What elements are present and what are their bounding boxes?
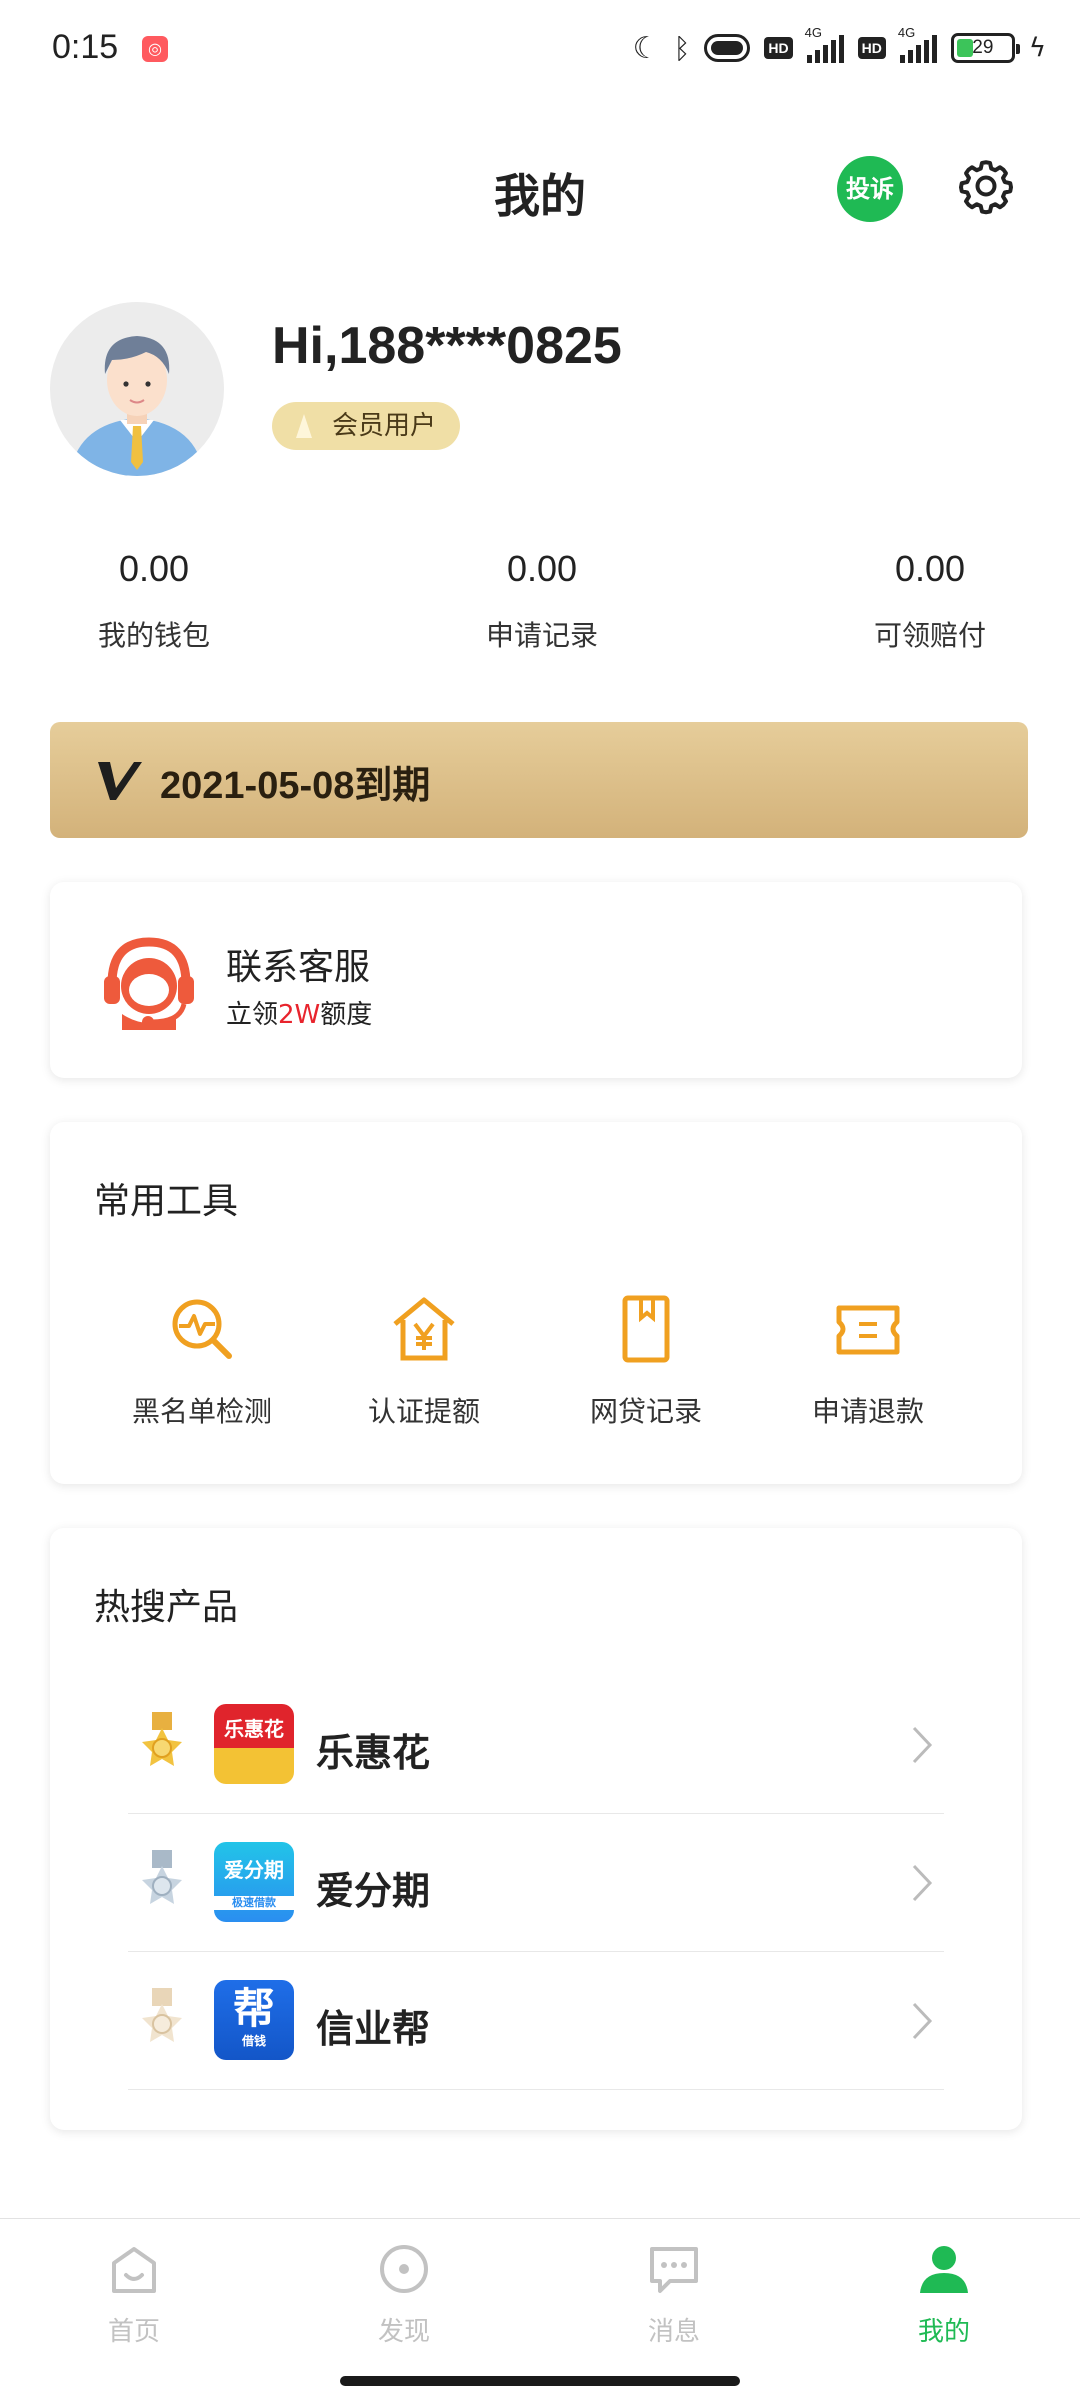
- product-name: 爱分期: [316, 1869, 431, 1913]
- hot-products-heading: 热搜产品: [94, 1587, 239, 1628]
- vip-v-icon: [98, 762, 142, 800]
- product-name: 信业帮: [316, 2007, 431, 2051]
- nav-label: 消息: [647, 2317, 700, 2347]
- stat-value: 0.00: [894, 548, 966, 589]
- product-row[interactable]: 乐惠花 乐惠花: [128, 1676, 944, 1814]
- stat-compensation[interactable]: 0.00 可领赔付: [810, 548, 1050, 654]
- charging-icon: ϟ: [1028, 33, 1046, 63]
- stat-value: 0.00: [506, 548, 578, 589]
- gear-icon: [959, 160, 1013, 215]
- product-logo: 爱分期 极速借款: [214, 1842, 294, 1922]
- status-bar: 0:15 ◎ ☾ ᛒ HD 4G HD 4G 29 ϟ: [0, 0, 1080, 96]
- customer-service-icon: [104, 937, 194, 1030]
- product-row[interactable]: 爱分期 极速借款 爱分期: [128, 1814, 944, 1952]
- product-logo: 乐惠花: [214, 1704, 294, 1784]
- bottom-nav: 首页 发现 消息 我的: [0, 2218, 1080, 2400]
- nav-messages[interactable]: 消息: [574, 2241, 774, 2348]
- tool-refund[interactable]: 申请退款: [768, 1294, 968, 1430]
- battery-icon: 29: [950, 33, 1020, 63]
- house-yen-icon: [393, 1297, 455, 1361]
- customer-service-card[interactable]: 联系客服 立领2W额度: [50, 882, 1022, 1078]
- nav-profile[interactable]: 我的: [844, 2241, 1044, 2348]
- nav-discover[interactable]: 发现: [304, 2241, 504, 2348]
- tool-label: 认证提额: [367, 1395, 480, 1428]
- silver-medal-icon: [142, 1850, 182, 1904]
- bluetooth-icon: ᛒ: [673, 31, 691, 65]
- chevron-right-icon: [912, 1864, 933, 1902]
- member-badge: 会员用户: [272, 402, 461, 450]
- signal-icon-2: 4G: [898, 25, 937, 63]
- profile-icon: [920, 2246, 968, 2293]
- stats-row: 0.00 我的钱包 0.00 申请记录 0.00 可领赔付: [0, 548, 1080, 668]
- hd-icon: HD: [764, 37, 793, 59]
- chevron-right-icon: [912, 1726, 933, 1764]
- vibrate-icon: [704, 34, 751, 62]
- avatar[interactable]: [50, 302, 224, 476]
- tools-heading: 常用工具: [94, 1181, 239, 1222]
- stat-value: 0.00: [118, 548, 190, 589]
- bookmark-book-icon: [622, 1295, 670, 1363]
- tool-label: 黑名单检测: [131, 1395, 272, 1428]
- tool-blacklist-check[interactable]: 黑名单检测: [102, 1294, 302, 1430]
- status-icons: ☾ ᛒ HD 4G HD 4G 29 ϟ: [632, 25, 1046, 68]
- nav-label: 首页: [107, 2317, 160, 2347]
- page-title: 我的: [494, 169, 586, 223]
- user-greeting: Hi,188****0825: [272, 317, 622, 375]
- battery-level: 29: [972, 37, 994, 58]
- settings-button[interactable]: [956, 156, 1016, 216]
- complain-button[interactable]: 投诉: [837, 156, 903, 222]
- search-chart-icon: [172, 1299, 232, 1359]
- service-highlight: 2W: [278, 1000, 321, 1030]
- vip-expiry-banner[interactable]: 2021-05-08到期: [50, 722, 1028, 838]
- member-badge-label: 会员用户: [332, 411, 437, 441]
- tool-label: 网贷记录: [589, 1395, 702, 1428]
- chevron-right-icon: [912, 2002, 933, 2040]
- stat-label: 我的钱包: [97, 619, 210, 652]
- home-indicator[interactable]: [340, 2376, 740, 2386]
- signal-icon: 4G: [805, 25, 844, 63]
- moon-icon: ☾: [632, 30, 660, 66]
- product-row[interactable]: 帮 借钱 信业帮: [128, 1952, 944, 2090]
- status-time: 0:15: [52, 28, 119, 66]
- hot-products-card: 热搜产品 乐惠花 乐惠花 爱分期 极速借款 爱分期 帮 借钱 信业帮: [50, 1528, 1022, 2130]
- tool-loan-records[interactable]: 网贷记录: [546, 1294, 746, 1430]
- stat-applications[interactable]: 0.00 申请记录: [422, 548, 662, 654]
- notification-app-icon: ◎: [142, 36, 168, 62]
- bronze-medal-icon: [142, 1988, 182, 2042]
- message-icon: [650, 2247, 698, 2293]
- ticket-icon: [836, 1305, 900, 1355]
- avatar-illustration: [70, 336, 204, 476]
- service-subtitle: 立领2W额度: [226, 1000, 373, 1030]
- tool-label: 申请退款: [811, 1395, 924, 1428]
- product-logo: 帮 借钱: [214, 1980, 294, 2060]
- nav-label: 发现: [377, 2317, 430, 2347]
- nav-home[interactable]: 首页: [34, 2241, 234, 2348]
- nav-label: 我的: [917, 2317, 970, 2347]
- tools-card: 常用工具 黑名单检测 认证提额 网贷记录 申请退款: [50, 1122, 1022, 1484]
- stat-label: 申请记录: [485, 619, 598, 652]
- stat-wallet[interactable]: 0.00 我的钱包: [34, 548, 274, 654]
- service-title: 联系客服: [226, 947, 371, 988]
- home-icon: [112, 2247, 156, 2293]
- discover-icon: [380, 2245, 428, 2293]
- member-badge-icon: [296, 414, 312, 438]
- tool-certification[interactable]: 认证提额: [324, 1294, 524, 1430]
- gold-medal-icon: [142, 1712, 182, 1766]
- product-name: 乐惠花: [316, 1731, 431, 1775]
- stat-label: 可领赔付: [873, 619, 986, 652]
- vip-expiry-text: 2021-05-08到期: [160, 765, 431, 807]
- hd-icon-2: HD: [857, 37, 886, 59]
